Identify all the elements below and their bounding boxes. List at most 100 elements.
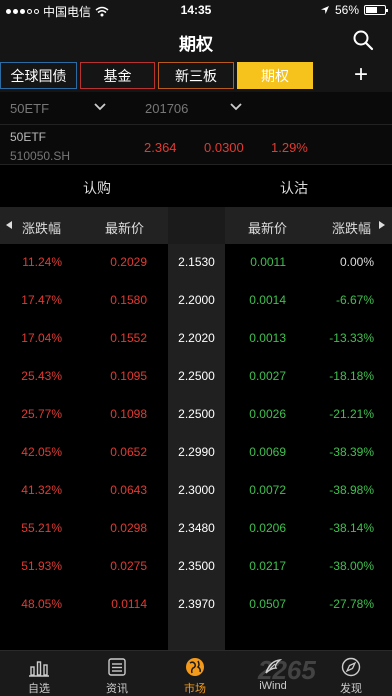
battery-percent: 56% [334,3,359,17]
call-change-header[interactable]: 涨跌幅 [22,218,61,237]
put-price-cell: 0.0027 [249,369,286,383]
caret-left-icon[interactable] [6,221,12,229]
strike-price-cell: 2.2000 [178,293,215,307]
caret-right-icon[interactable] [379,221,385,229]
option-chain-list: 11.24% 0.2029 2.1530 0.0011 0.00% 17.47% 0.158… [0,244,392,650]
call-price-cell: 0.0652 [110,445,147,459]
strike-price-cell: 2.1530 [178,255,215,269]
put-price-cell: 0.0507 [249,597,286,611]
put-change-cell: -38.98% [329,483,374,497]
call-label: 认购 [83,180,111,196]
put-change-cell: -27.78% [329,597,374,611]
put-price-cell: 0.0011 [250,255,286,269]
call-put-header: 认购 认沽 [0,166,392,206]
put-change-cell: -18.18% [329,369,374,383]
strike-header-cell [168,207,225,244]
tab-discover[interactable]: 发现 [312,651,390,696]
underlying-select[interactable]: 50ETF [10,101,49,116]
tab-market[interactable]: 市场 [156,651,234,696]
table-row[interactable]: 51.93% 0.0275 2.3500 0.0217 -38.00% [0,548,392,586]
call-change-cell: 42.05% [21,445,62,459]
strike-price-cell: 2.3500 [178,559,215,573]
tab-options[interactable]: 期权 [237,62,313,89]
tab-watchlist[interactable]: 自选 [0,651,78,696]
call-change-cell: 25.77% [21,407,62,421]
call-price-header[interactable]: 最新价 [105,218,144,237]
compass-icon [341,657,361,677]
put-change-cell: -38.00% [329,559,374,573]
tab-label: 发现 [340,683,362,695]
underlying-quote[interactable]: 50ETF 510050.SH 2.364 0.0300 1.29% [0,125,392,165]
call-change-cell: 48.05% [21,597,62,611]
put-price-cell: 0.0206 [249,521,286,535]
strike-price-cell: 2.3480 [178,521,215,535]
location-arrow-icon [320,6,329,14]
strike-price-cell: 2.2500 [178,407,215,421]
put-change-cell: -6.67% [335,293,374,307]
put-change-cell: -38.14% [329,521,374,535]
put-price-header[interactable]: 最新价 [248,218,287,237]
tab-neeq[interactable]: 新三板 [158,62,234,89]
underlying-name: 50ETF [10,130,47,144]
call-price-cell: 0.2029 [110,255,147,269]
globe-icon [186,658,204,676]
table-row[interactable]: 17.47% 0.1580 2.2000 0.0014 -6.67% [0,282,392,320]
filter-bar: 50ETF 201706 [0,92,392,125]
watermark: 2265 [258,655,316,685]
status-bar: 中国电信 14:35 56% [0,0,392,20]
put-price-cell: 0.0069 [249,445,286,459]
nav-bar: 期权 [0,20,392,60]
strike-price-cell: 2.3000 [178,483,215,497]
call-change-cell: 51.93% [21,559,62,573]
table-row[interactable]: 11.24% 0.2029 2.1530 0.0011 0.00% [0,244,392,282]
put-label: 认沽 [280,180,308,196]
page-title: 期权 [179,35,213,54]
category-tabs: 全球国债 基金 新三板 期权 + [0,60,392,92]
put-change-header[interactable]: 涨跌幅 [332,218,371,237]
strike-price-cell: 2.3970 [178,597,215,611]
table-row[interactable]: 25.43% 0.1095 2.2500 0.0027 -18.18% [0,358,392,396]
call-price-cell: 0.1580 [110,293,147,307]
put-price-cell: 0.0014 [249,293,286,307]
add-tab-button[interactable]: + [354,63,368,87]
tab-news[interactable]: 资讯 [78,651,156,696]
put-change-cell: -13.33% [329,331,374,345]
table-row[interactable]: 17.04% 0.1552 2.2020 0.0013 -13.33% [0,320,392,358]
strike-price-cell: 2.2020 [178,331,215,345]
put-change-cell: -38.39% [329,445,374,459]
table-row[interactable]: 42.05% 0.0652 2.2990 0.0069 -38.39% [0,434,392,472]
search-icon[interactable] [352,29,374,51]
table-row[interactable]: 48.05% 0.0114 2.3970 0.0507 -27.78% [0,586,392,624]
put-change-cell: -21.21% [329,407,374,421]
month-select[interactable]: 201706 [145,101,188,116]
underlying-code: 510050.SH [10,149,71,163]
tab-label: 自选 [28,683,50,695]
tab-funds[interactable]: 基金 [80,62,155,89]
chevron-down-icon[interactable] [230,102,242,112]
tab-global-bonds[interactable]: 全球国债 [0,62,77,89]
put-price-cell: 0.0013 [249,331,286,345]
bar-chart-icon [29,661,49,677]
chevron-down-icon[interactable] [94,102,106,112]
strike-price-cell: 2.2500 [178,369,215,383]
call-change-cell: 17.47% [21,293,62,307]
underlying-last: 2.364 [144,140,177,155]
call-change-cell: 41.32% [21,483,62,497]
underlying-pct: 1.29% [271,140,308,155]
table-row[interactable]: 55.21% 0.0298 2.3480 0.0206 -38.14% [0,510,392,548]
put-change-cell: 0.00% [339,255,374,269]
table-row[interactable]: 25.77% 0.1098 2.2500 0.0026 -21.21% [0,396,392,434]
call-price-cell: 0.0298 [110,521,147,535]
underlying-change: 0.0300 [204,140,244,155]
column-headers: 涨跌幅 最新价 最新价 涨跌幅 [0,207,392,244]
strike-price-cell: 2.2990 [178,445,215,459]
news-list-icon [108,658,126,676]
call-price-cell: 0.0643 [110,483,147,497]
call-change-cell: 25.43% [21,369,62,383]
table-row[interactable]: 41.32% 0.0643 2.3000 0.0072 -38.98% [0,472,392,510]
call-price-cell: 0.1095 [110,369,147,383]
tab-label: 市场 [184,683,206,695]
status-right: 56% [320,3,388,17]
call-change-cell: 17.04% [21,331,62,345]
put-price-cell: 0.0217 [249,559,286,573]
